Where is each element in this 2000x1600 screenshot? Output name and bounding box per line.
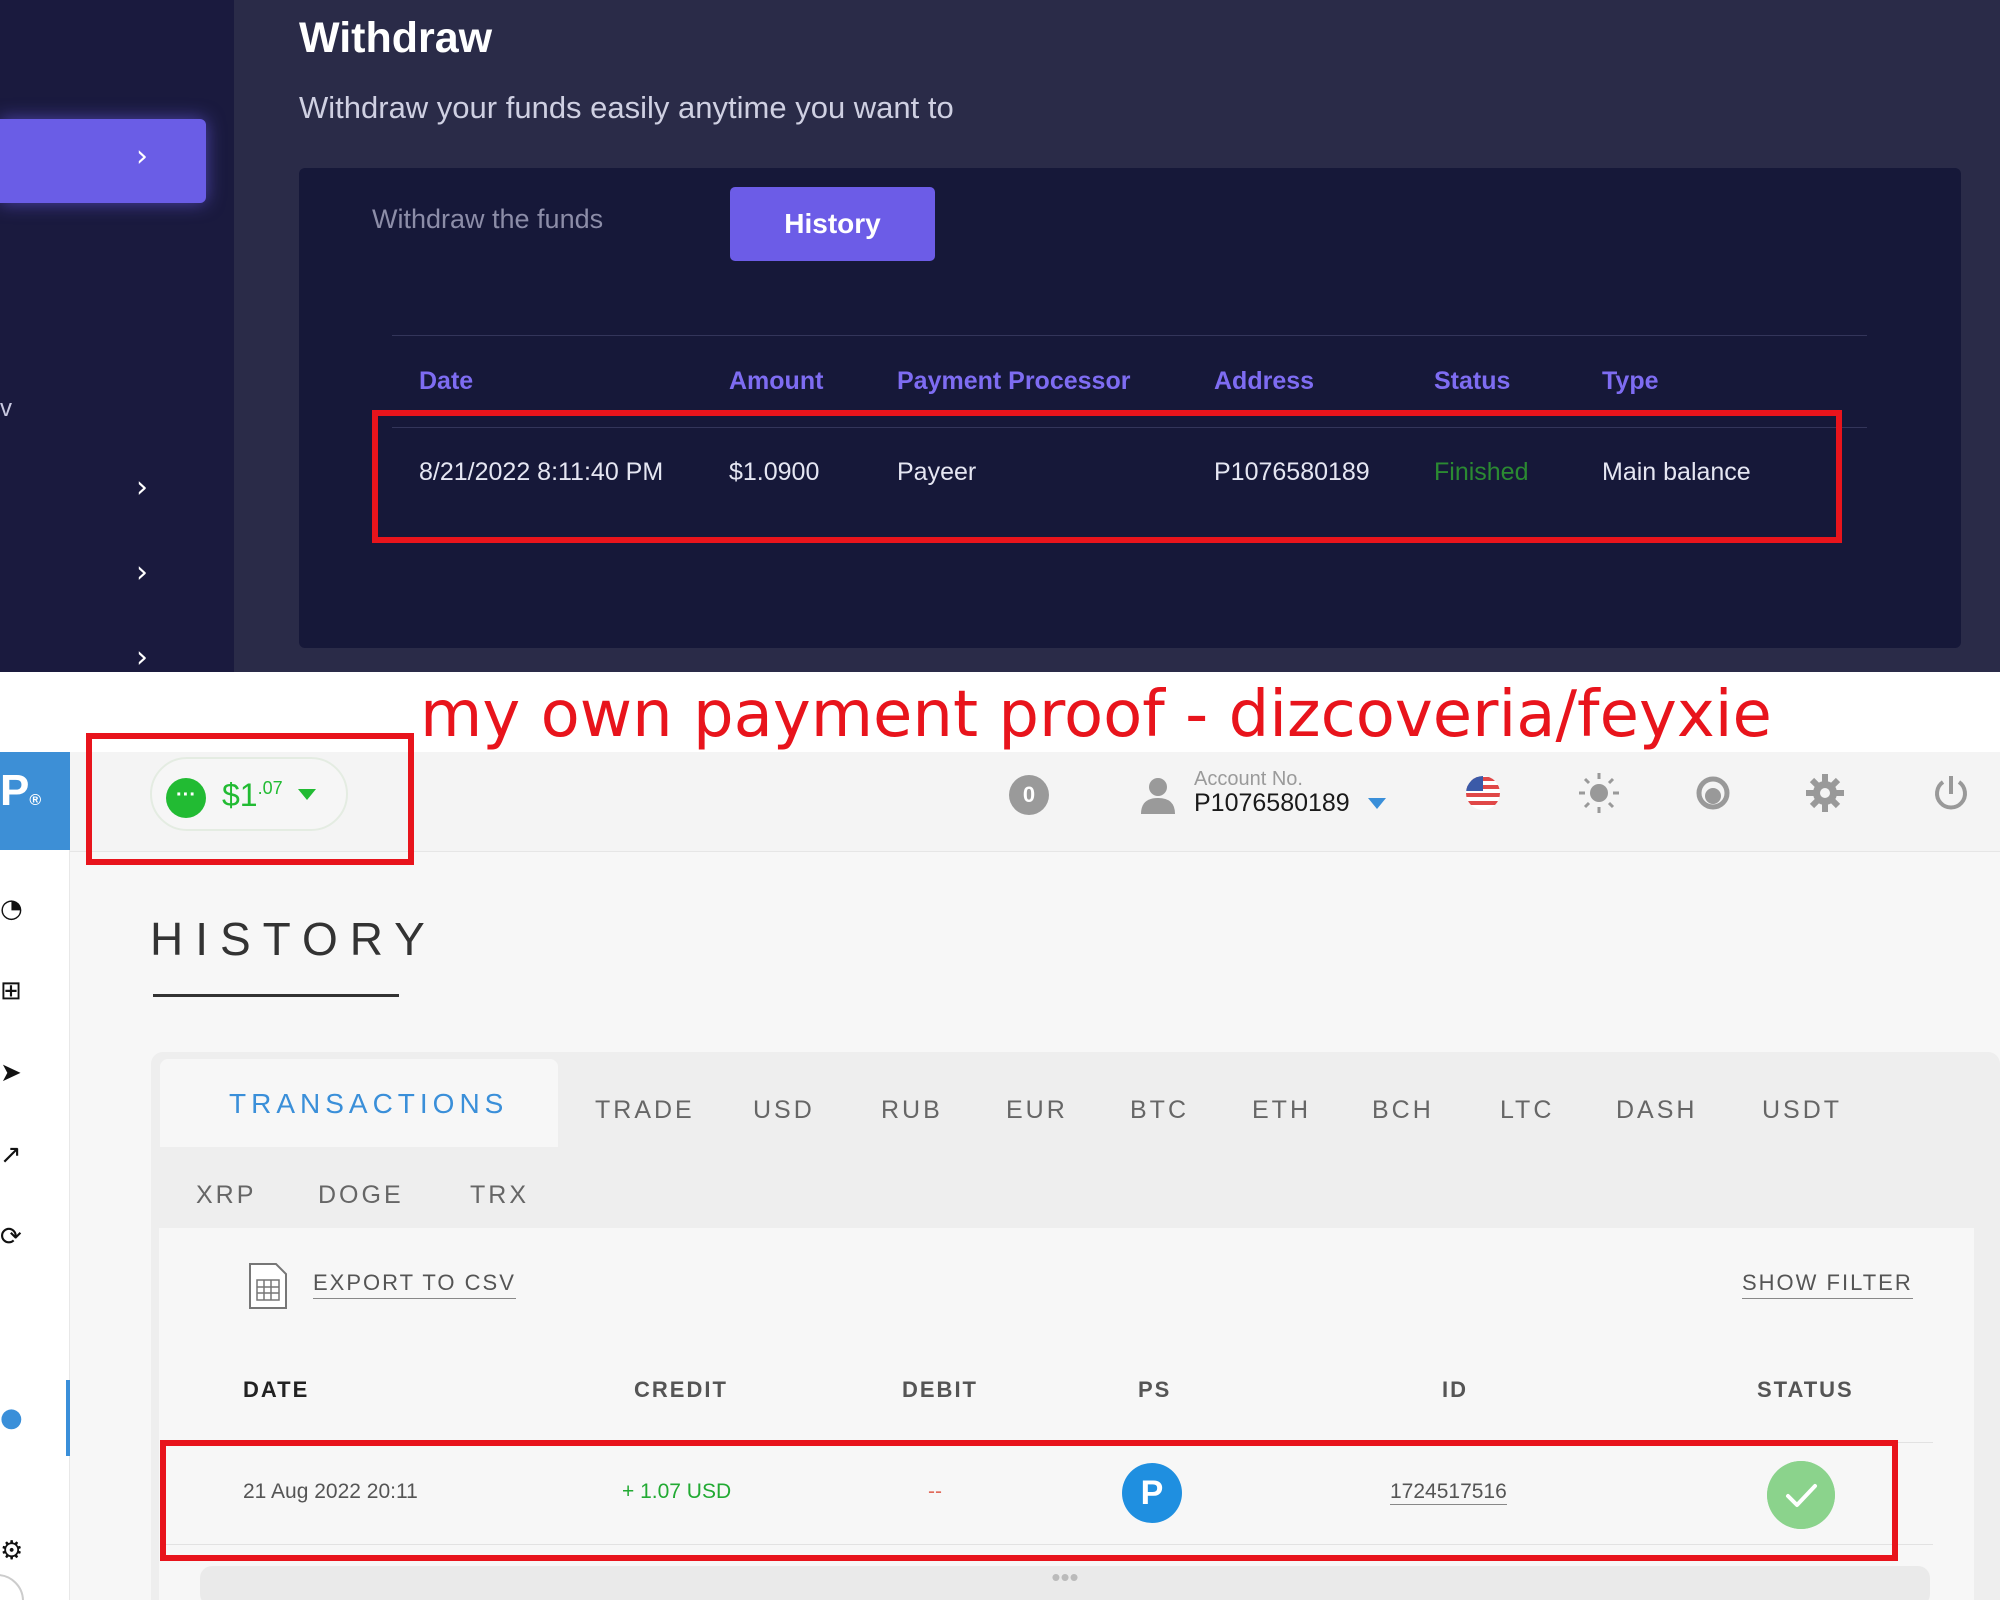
column-header-status: Status (1434, 367, 1511, 395)
chevron-right-icon: › (136, 139, 148, 174)
brightness-icon[interactable] (1576, 770, 1622, 816)
add-funds-icon[interactable]: ⊞ (0, 976, 30, 1006)
logo-letter: P (0, 766, 30, 815)
tab-doge[interactable]: DOGE (318, 1181, 404, 1210)
column-header-amount: Amount (729, 367, 824, 395)
divider (392, 335, 1867, 336)
tab-ltc[interactable]: LTC (1500, 1096, 1554, 1125)
chart-icon[interactable]: ↗ (0, 1140, 30, 1170)
send-icon[interactable]: ➤ (0, 1058, 30, 1088)
tab-usd[interactable]: USD (753, 1096, 815, 1125)
tab-eur[interactable]: EUR (1006, 1096, 1068, 1125)
tab-btc[interactable]: BTC (1130, 1096, 1189, 1125)
gear-icon[interactable] (1802, 770, 1848, 816)
tab-history[interactable]: History (730, 187, 935, 261)
export-csv-link[interactable]: EXPORT TO CSV (313, 1270, 516, 1299)
sidebar: ◔ ⊞ ➤ ↗ ⟳ ● ⚙ (0, 850, 70, 1600)
chevron-right-icon[interactable]: › (136, 640, 148, 672)
exchange-icon[interactable]: ⟳ (0, 1222, 30, 1252)
page-title: HISTORY (150, 913, 437, 965)
settings-icon[interactable]: ⚙ (0, 1536, 30, 1566)
show-filter-link[interactable]: SHOW FILTER (1742, 1270, 1913, 1299)
column-header-id: ID (1442, 1377, 1468, 1402)
support-icon[interactable] (1690, 770, 1736, 816)
sidebar: › v › › › (0, 0, 234, 672)
caret-down-icon[interactable] (1368, 798, 1386, 809)
page-title: Withdraw (299, 14, 493, 62)
account-label: Account No. (1194, 768, 1303, 790)
page-subtitle: Withdraw your funds easily anytime you w… (299, 90, 954, 125)
clock-icon: ● (0, 1403, 23, 1433)
chevron-right-icon[interactable]: › (136, 555, 148, 590)
user-icon (1141, 778, 1175, 814)
column-header-ps: PS (1138, 1377, 1172, 1402)
tab-withdraw-funds[interactable]: Withdraw the funds (372, 204, 603, 235)
column-header-date: DATE (243, 1377, 310, 1402)
title-underline (153, 994, 399, 997)
tab-rub[interactable]: RUB (881, 1096, 943, 1125)
chevron-right-icon[interactable]: › (136, 470, 148, 505)
caption-text: my own payment proof - dizcoveria/feyxie (420, 678, 1772, 752)
highlight-box (372, 410, 1842, 543)
column-header-type: Type (1602, 367, 1659, 395)
account-number[interactable]: P1076580189 (1194, 789, 1350, 818)
tab-bch[interactable]: BCH (1372, 1096, 1434, 1125)
load-more-bar[interactable]: ••• (200, 1564, 1930, 1600)
sidebar-item-history[interactable]: ● (0, 1380, 70, 1456)
withdraw-card: Withdraw the funds History Date Amount P… (299, 168, 1961, 648)
tab-transactions-label[interactable]: TRANSACTIONS (229, 1088, 508, 1120)
dashboard-icon[interactable]: ◔ (0, 894, 30, 924)
tab-usdt[interactable]: USDT (1762, 1096, 1842, 1125)
payeer-logo[interactable]: P® (0, 752, 70, 850)
tab-trx[interactable]: TRX (470, 1181, 529, 1210)
tab-eth[interactable]: ETH (1252, 1096, 1311, 1125)
column-header-date: Date (419, 367, 474, 395)
column-header-debit: DEBIT (902, 1377, 978, 1402)
column-header-processor: Payment Processor (897, 367, 1131, 395)
spreadsheet-icon[interactable] (248, 1262, 288, 1310)
sidebar-item-active[interactable]: › (0, 119, 206, 203)
highlight-box (160, 1440, 1898, 1561)
withdraw-panel: › v › › › Withdraw Withdraw your funds e… (0, 0, 2000, 672)
tab-trade[interactable]: TRADE (595, 1096, 695, 1125)
us-flag-icon[interactable] (1460, 770, 1506, 816)
highlight-box (86, 733, 414, 865)
notification-count[interactable]: 0 (1009, 775, 1049, 815)
sidebar-text-fragment: v (0, 395, 12, 422)
tab-xrp[interactable]: XRP (196, 1181, 256, 1210)
logo-mark: ® (29, 792, 42, 809)
column-header-credit: CREDIT (634, 1377, 728, 1402)
tab-dash[interactable]: DASH (1616, 1096, 1697, 1125)
column-header-status: STATUS (1757, 1377, 1854, 1402)
column-header-address: Address (1214, 367, 1315, 395)
power-icon[interactable] (1928, 770, 1974, 816)
